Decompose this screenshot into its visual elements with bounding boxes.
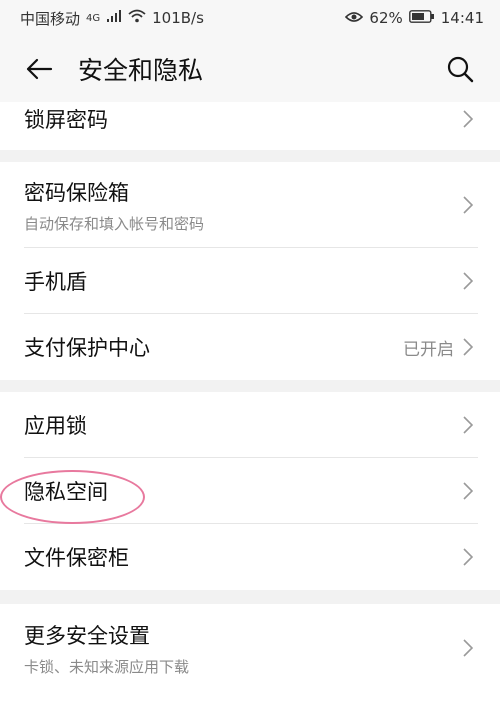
chevron-right-icon [460,414,476,436]
row-status-value: 已开启 [403,339,454,360]
row-label: 更多安全设置 [24,623,150,648]
row-subtitle: 自动保存和填入帐号和密码 [24,214,205,233]
search-icon[interactable] [442,51,478,87]
row-label: 文件保密柜 [24,546,129,570]
back-arrow-icon[interactable] [22,52,56,86]
page-title: 安全和隐私 [78,56,204,85]
settings-group-privacy: 应用锁 隐私空间 文件保密柜 [0,392,500,590]
network-speed: 101B/s [152,9,204,27]
network-type: 4G [86,12,101,24]
row-app-lock[interactable]: 应用锁 [0,392,500,458]
row-label: 隐私空间 [24,480,108,504]
row-lock-screen-password[interactable]: 锁屏密码 [0,102,500,150]
row-private-space[interactable]: 隐私空间 [0,458,500,524]
eye-comfort-icon [345,9,364,27]
row-label: 支付保护中心 [24,336,150,360]
carrier-name: 中国移动 [20,9,81,28]
status-right: 62% 14:41 [345,9,484,27]
battery-percent: 62% [369,9,403,27]
chevron-right-icon [460,108,476,130]
status-bar: 中国移动 4G 101B/s 62% 14:41 [0,0,500,36]
settings-group-lock: 锁屏密码 [0,102,500,150]
row-label: 锁屏密码 [24,108,108,132]
chevron-right-icon [460,637,476,659]
chevron-right-icon [460,546,476,568]
status-left: 中国移动 4G 101B/s [20,8,204,29]
row-label: 应用锁 [24,414,87,438]
chevron-right-icon [460,270,476,292]
chevron-right-icon [460,194,476,216]
row-label: 密码保险箱 [24,180,129,205]
row-more-security-settings[interactable]: 更多安全设置 卡锁、未知来源应用下载 [0,604,500,692]
settings-group-more: 更多安全设置 卡锁、未知来源应用下载 [0,604,500,711]
chevron-right-icon [460,336,476,358]
wifi-icon [128,9,146,27]
clock: 14:41 [440,9,484,27]
row-password-vault[interactable]: 密码保险箱 自动保存和填入帐号和密码 [0,162,500,248]
settings-group-security: 密码保险箱 自动保存和填入帐号和密码 手机盾 支付保护中心 已开启 [0,162,500,380]
battery-icon [408,9,435,27]
row-file-safe[interactable]: 文件保密柜 [0,524,500,590]
row-payment-protection[interactable]: 支付保护中心 已开启 [0,314,500,380]
signal-icon [106,9,122,27]
row-phone-shield[interactable]: 手机盾 [0,248,500,314]
chevron-right-icon [460,480,476,502]
row-label: 手机盾 [24,270,87,294]
row-subtitle: 卡锁、未知来源应用下载 [24,657,190,676]
app-bar: 安全和隐私 [0,36,500,102]
